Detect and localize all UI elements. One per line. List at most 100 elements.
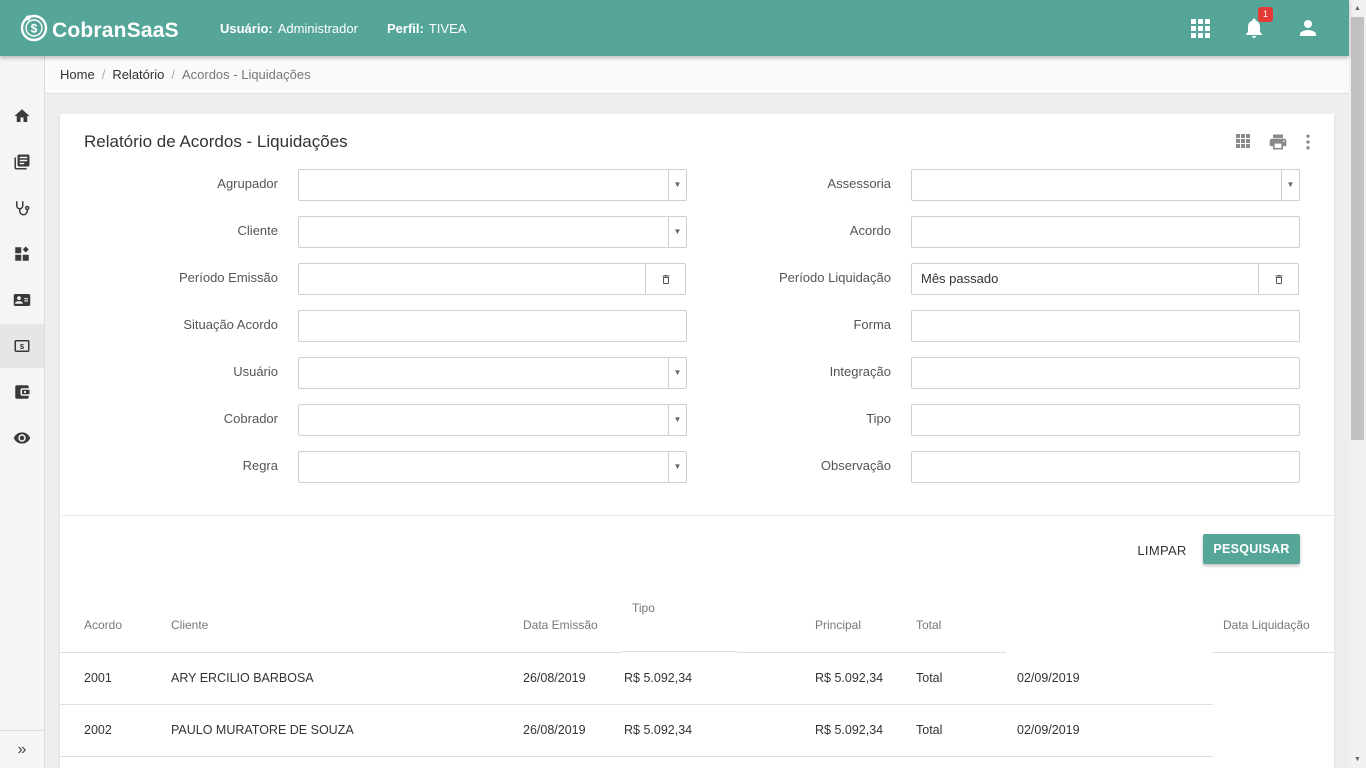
- home-icon: [14, 109, 30, 122]
- cell-tipo: R$ 5.092,34: [624, 671, 693, 685]
- cobrador-label: Cobrador: [223, 411, 278, 426]
- forma-input[interactable]: [911, 310, 1300, 342]
- book-icon: [14, 154, 30, 170]
- agrupador-label: Agrupador: [217, 176, 278, 191]
- scroll-up-icon[interactable]: ▲: [1349, 0, 1366, 17]
- sidebar: $ »: [0, 56, 45, 768]
- forma-label: Forma: [853, 317, 891, 332]
- clear-periodo-emissao-button[interactable]: [645, 264, 685, 294]
- profile-info: Perfil: TIVEA: [387, 21, 466, 36]
- sidebar-item-books[interactable]: [0, 140, 44, 184]
- cell-total: Total: [916, 723, 943, 737]
- usuario-label: Usuário: [233, 364, 278, 379]
- regra-label: Regra: [242, 458, 278, 473]
- sidebar-item-stethoscope[interactable]: [0, 186, 44, 230]
- eye-icon: [13, 432, 31, 444]
- table-header-line: [737, 652, 1006, 653]
- column-header-total[interactable]: Total: [916, 618, 941, 632]
- money-icon: $: [14, 340, 30, 352]
- column-header-data-liquidacao[interactable]: Data Liquidação: [1223, 618, 1310, 632]
- clear-periodo-liquidacao-button[interactable]: [1258, 264, 1298, 294]
- search-button[interactable]: PESQUISAR: [1203, 534, 1300, 564]
- observacao-label: Observação: [820, 458, 891, 473]
- breadcrumb: Home / Relatório / Acordos - Liquidações: [45, 56, 1349, 94]
- sidebar-item-finance[interactable]: $: [0, 324, 44, 368]
- user-value: Administrador: [277, 21, 358, 36]
- sidebar-item-contacts[interactable]: [0, 278, 44, 322]
- app-logo[interactable]: $ CobranSaaS: [19, 11, 179, 45]
- profile-value: TIVEA: [428, 21, 467, 36]
- sidebar-item-view[interactable]: [0, 416, 44, 460]
- tipo-label: Tipo: [866, 411, 891, 426]
- cell-principal: R$ 5.092,34: [815, 671, 884, 685]
- clear-button[interactable]: LIMPAR: [1131, 535, 1193, 565]
- table-header-line: [60, 652, 622, 653]
- cliente-label: Cliente: [237, 223, 278, 238]
- column-header-principal[interactable]: Principal: [815, 618, 861, 632]
- logo-coin-icon: $: [19, 13, 49, 43]
- report-card: Relatório de Acordos - Liquidações Agrup…: [60, 114, 1334, 768]
- cell-data-liquidacao: 02/09/2019: [1017, 671, 1080, 685]
- periodo-liquidacao-input[interactable]: Mês passado: [911, 263, 1299, 295]
- column-header-acordo[interactable]: Acordo: [84, 618, 122, 632]
- sidebar-item-dashboard[interactable]: [0, 232, 44, 276]
- double-chevron-right-icon: »: [17, 740, 27, 758]
- sidebar-expand-button[interactable]: »: [0, 730, 44, 768]
- sidebar-item-home[interactable]: [0, 94, 44, 138]
- periodo-emissao-input[interactable]: [298, 263, 686, 295]
- apps-grid-icon[interactable]: [1188, 16, 1212, 40]
- scroll-thumb[interactable]: [1351, 17, 1364, 440]
- breadcrumb-separator: /: [171, 67, 175, 82]
- chevron-down-icon[interactable]: ▼: [668, 217, 686, 247]
- stethoscope-icon: [16, 201, 30, 216]
- integracao-input[interactable]: [911, 357, 1300, 389]
- regra-select[interactable]: ▼: [298, 451, 687, 483]
- cell-cliente: PAULO MURATORE DE SOUZA: [171, 723, 354, 737]
- cliente-select[interactable]: ▼: [298, 216, 687, 248]
- chevron-down-icon[interactable]: ▼: [668, 405, 686, 435]
- profile-label: Perfil:: [387, 21, 424, 36]
- columns-grid-icon[interactable]: [1234, 132, 1254, 152]
- cobrador-select[interactable]: ▼: [298, 404, 687, 436]
- chevron-down-icon[interactable]: ▼: [1281, 170, 1299, 200]
- top-header: $ CobranSaaS Usuário: Administrador Perfi…: [0, 0, 1349, 56]
- user-info: Usuário: Administrador: [220, 21, 358, 36]
- chevron-down-icon[interactable]: ▼: [668, 170, 686, 200]
- scroll-down-icon[interactable]: ▼: [1349, 751, 1366, 768]
- periodo-liquidacao-label: Período Liquidação: [778, 270, 891, 285]
- cell-tipo: R$ 5.092,34: [624, 723, 693, 737]
- page-scrollbar[interactable]: ▲ ▼: [1349, 0, 1366, 768]
- trash-icon: [662, 274, 669, 284]
- breadcrumb-current: Acordos - Liquidações: [181, 67, 311, 82]
- page-title: Relatório de Acordos - Liquidações: [84, 132, 348, 151]
- more-vertical-icon[interactable]: [1298, 132, 1318, 152]
- section-divider: [60, 515, 1334, 516]
- integracao-label: Integração: [829, 364, 891, 379]
- sidebar-item-wallet[interactable]: [0, 370, 44, 414]
- tipo-input[interactable]: [911, 404, 1300, 436]
- column-header-data-emissao[interactable]: Data Emissão: [523, 618, 598, 632]
- column-header-tipo[interactable]: Tipo: [632, 601, 655, 615]
- chevron-down-icon[interactable]: ▼: [668, 358, 686, 388]
- column-header-cliente[interactable]: Cliente: [171, 618, 208, 632]
- acordo-label: Acordo: [849, 223, 891, 238]
- breadcrumb-relatorio[interactable]: Relatório: [112, 67, 164, 82]
- acordo-input[interactable]: [911, 216, 1300, 248]
- assessoria-select[interactable]: ▼: [911, 169, 1300, 201]
- situacao-acordo-input[interactable]: [298, 310, 687, 342]
- agrupador-select[interactable]: ▼: [298, 169, 687, 201]
- cell-total: Total: [916, 671, 943, 685]
- user-label: Usuário:: [220, 21, 273, 36]
- cell-principal: R$ 5.092,34: [815, 723, 884, 737]
- cell-data-emissao: 26/08/2019: [523, 671, 586, 685]
- observacao-input[interactable]: [911, 451, 1300, 483]
- print-icon[interactable]: [1268, 132, 1288, 152]
- cell-acordo: 2001: [84, 671, 112, 685]
- svg-text:$: $: [31, 22, 38, 36]
- usuario-select[interactable]: ▼: [298, 357, 687, 389]
- user-account-icon[interactable]: [1296, 16, 1320, 40]
- chevron-down-icon[interactable]: ▼: [668, 452, 686, 482]
- cell-data-liquidacao: 02/09/2019: [1017, 723, 1080, 737]
- table-row-line: [60, 756, 1213, 757]
- breadcrumb-home[interactable]: Home: [60, 67, 95, 82]
